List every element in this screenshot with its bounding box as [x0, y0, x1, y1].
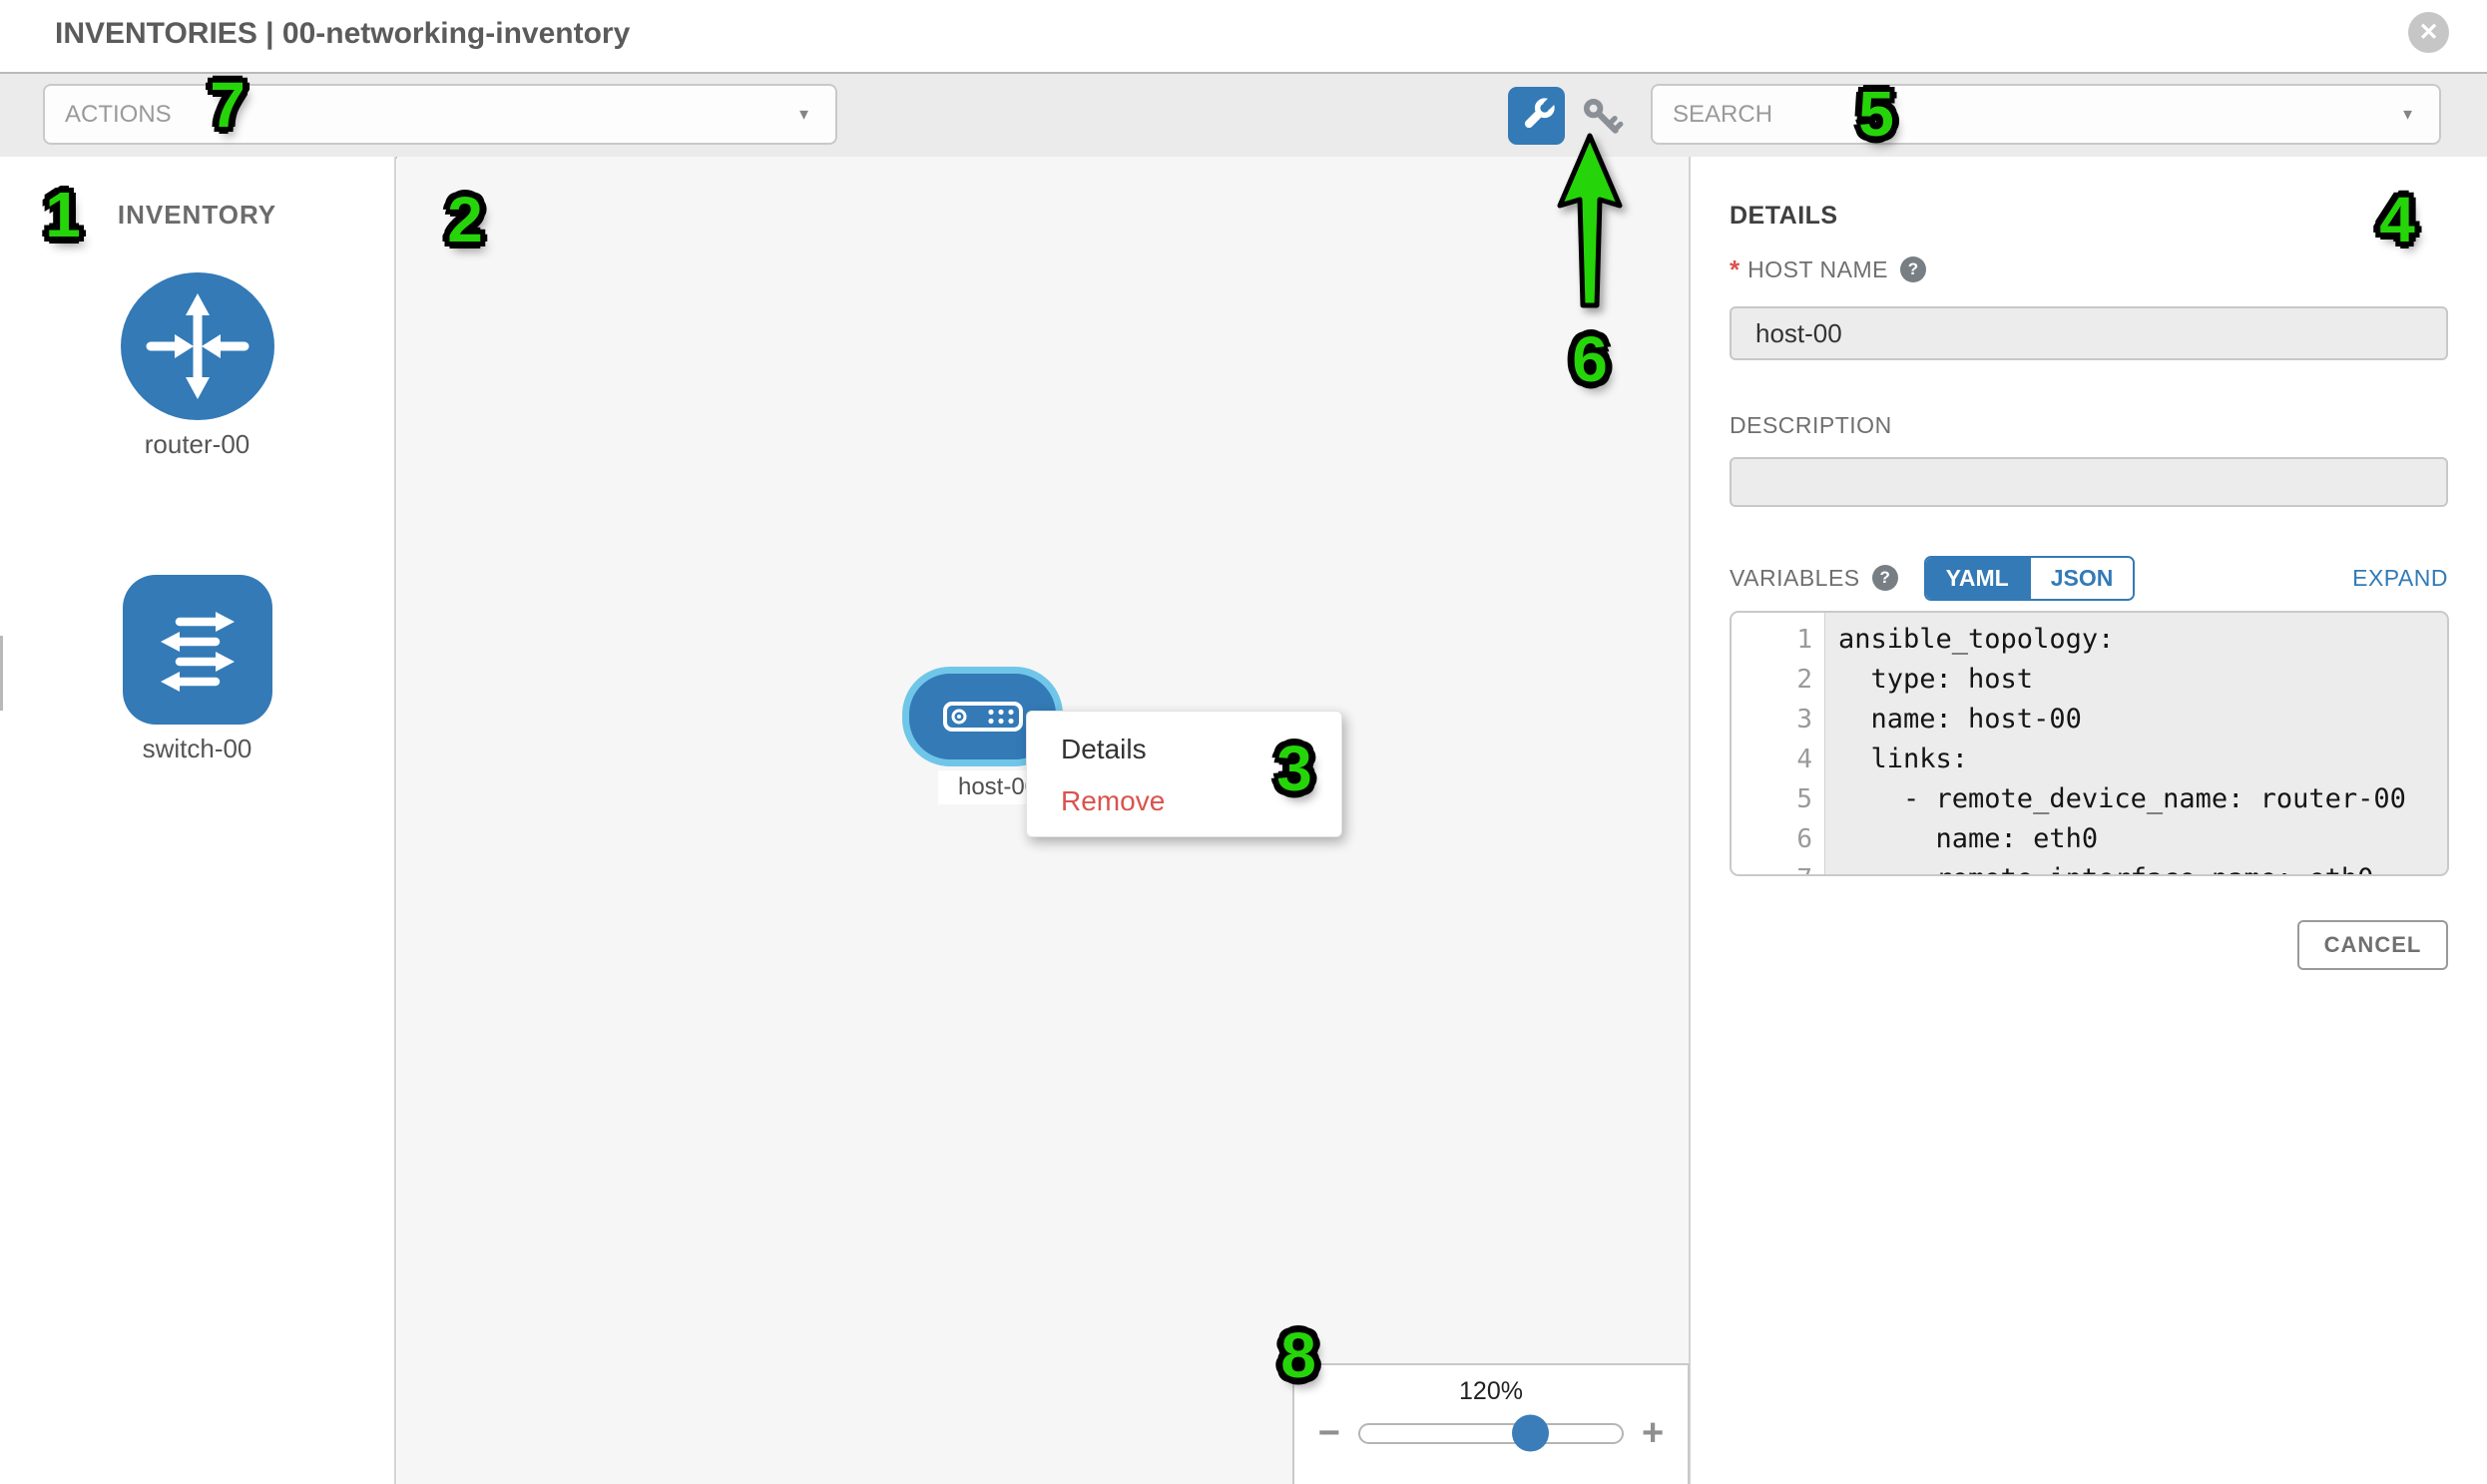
actions-dropdown-label: ACTIONS	[65, 101, 172, 129]
code-line: 4 links:	[1732, 740, 2447, 779]
zoom-out-button[interactable]: −	[1318, 1418, 1340, 1448]
host-name-label: HOST NAME	[1747, 256, 1888, 283]
code-line: 3 name: host-00	[1732, 700, 2447, 740]
inventory-item-switch[interactable]: switch-00	[123, 575, 272, 764]
annotation-7: 7	[210, 68, 246, 142]
details-panel: DETAILS * HOST NAME ? DESCRIPTION VARIAB…	[1691, 157, 2487, 1484]
code-line: 1ansible_topology:	[1732, 620, 2447, 660]
inventory-panel-title: INVENTORY	[118, 200, 276, 231]
code-line: 2 type: host	[1732, 660, 2447, 700]
toggle-yaml[interactable]: YAML	[1926, 558, 2029, 599]
required-marker: *	[1730, 254, 1740, 285]
inventory-item-label: router-00	[145, 429, 250, 460]
chevron-down-icon: ▼	[2400, 106, 2415, 123]
code-line: 5 - remote_device_name: router-00	[1732, 779, 2447, 819]
code-line: 6 name: eth0	[1732, 819, 2447, 859]
search-dropdown[interactable]: SEARCH ▼	[1651, 84, 2441, 145]
inventory-topology-page: INVENTORIES | 00-networking-inventory ✕ …	[0, 0, 2487, 1484]
variables-format-toggle: YAML JSON	[1924, 556, 2136, 601]
description-input[interactable]	[1730, 457, 2448, 507]
help-icon[interactable]: ?	[1872, 565, 1898, 591]
annotation-2: 2	[447, 183, 483, 256]
host-icon	[943, 702, 1023, 732]
chevron-down-icon: ▼	[796, 106, 811, 123]
annotation-1: 1	[45, 178, 81, 251]
inventory-item-router[interactable]: router-00	[121, 272, 274, 460]
details-heading: DETAILS	[1730, 202, 2448, 230]
inventory-panel: INVENTORY router-00	[0, 157, 396, 1484]
expand-link[interactable]: EXPAND	[2352, 565, 2448, 592]
variables-code-editor[interactable]: 1ansible_topology: 2 type: host 3 name: …	[1730, 611, 2449, 876]
toolbar: ACTIONS ▼ SEARCH	[0, 74, 2487, 159]
annotation-4: 4	[2379, 183, 2415, 256]
help-icon[interactable]: ?	[1900, 256, 1926, 282]
code-line: 7 remote_interface_name: eth0	[1732, 859, 2447, 876]
annotation-8: 8	[1280, 1318, 1316, 1392]
switch-icon	[123, 575, 272, 725]
zoom-slider-track[interactable]	[1358, 1423, 1624, 1444]
cancel-button[interactable]: CANCEL	[2297, 920, 2448, 970]
zoom-in-button[interactable]: +	[1642, 1418, 1664, 1448]
topology-canvas[interactable]: host-00 Details Remove 120% − +	[397, 157, 1691, 1484]
panel-edge-notch	[0, 636, 3, 711]
code-lines: 1ansible_topology: 2 type: host 3 name: …	[1732, 620, 2447, 876]
toggle-json[interactable]: JSON	[2029, 558, 2134, 599]
zoom-slider-thumb[interactable]	[1512, 1415, 1549, 1452]
close-icon: ✕	[2408, 12, 2449, 53]
zoom-level-value: 120%	[1294, 1377, 1688, 1406]
zoom-control: 120% − +	[1292, 1363, 1690, 1484]
router-icon	[121, 272, 274, 420]
annotation-5: 5	[1858, 77, 1894, 151]
host-name-input[interactable]	[1730, 306, 2448, 360]
inventory-item-label: switch-00	[143, 734, 252, 764]
actions-dropdown[interactable]: ACTIONS ▼	[43, 84, 837, 145]
close-button[interactable]: ✕	[2408, 12, 2449, 53]
page-title: INVENTORIES | 00-networking-inventory	[55, 17, 630, 51]
page-header: INVENTORIES | 00-networking-inventory ✕	[0, 0, 2487, 74]
annotation-arrow-icon	[1548, 130, 1632, 315]
annotation-3: 3	[1276, 732, 1312, 805]
description-label: DESCRIPTION	[1730, 412, 1892, 439]
variables-label: VARIABLES	[1730, 565, 1860, 592]
annotation-6: 6	[1572, 322, 1608, 396]
search-dropdown-label: SEARCH	[1673, 101, 1772, 129]
